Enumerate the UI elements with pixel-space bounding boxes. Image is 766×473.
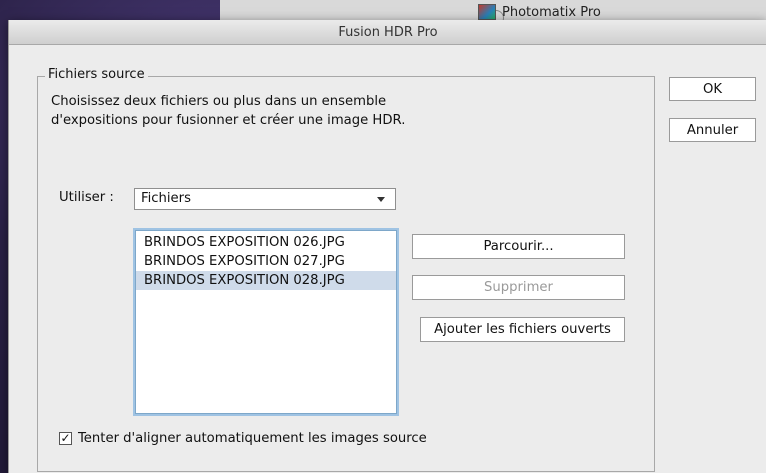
instructions-text: Choisissez deux fichiers ou plus dans un… xyxy=(51,94,406,128)
background-app-label: Photomatix Pro xyxy=(502,4,601,20)
use-select-value: Fichiers xyxy=(141,191,191,206)
ok-button[interactable]: OK xyxy=(669,77,756,101)
file-list[interactable]: BRINDOS EXPOSITION 026.JPG BRINDOS EXPOSI… xyxy=(135,230,397,414)
fusion-hdr-dialog: Fusion HDR Pro Fichiers source Choisisse… xyxy=(8,20,766,473)
auto-align-label: Tenter d'aligner automatiquement les ima… xyxy=(78,431,427,446)
group-title: Fichiers source xyxy=(45,67,148,82)
file-list-item[interactable]: BRINDOS EXPOSITION 027.JPG xyxy=(136,252,396,271)
browse-button[interactable]: Parcourir... xyxy=(412,234,625,259)
photomatix-icon xyxy=(478,4,496,20)
background-app-item: Photomatix Pro xyxy=(478,4,601,20)
dialog-titlebar: Fusion HDR Pro xyxy=(9,20,766,45)
cancel-button[interactable]: Annuler xyxy=(669,118,756,142)
remove-button[interactable]: Supprimer xyxy=(412,275,625,300)
auto-align-option[interactable]: ✓ Tenter d'aligner automatiquement les i… xyxy=(59,431,427,446)
dialog-title: Fusion HDR Pro xyxy=(338,24,438,40)
file-list-item[interactable]: BRINDOS EXPOSITION 028.JPG xyxy=(136,271,396,290)
use-select[interactable]: Fichiers xyxy=(134,188,396,210)
auto-align-checkbox[interactable]: ✓ xyxy=(59,432,72,445)
use-label: Utiliser : xyxy=(59,190,114,205)
add-open-files-button[interactable]: Ajouter les fichiers ouverts xyxy=(420,317,625,342)
chevron-down-icon xyxy=(377,197,385,202)
file-list-item[interactable]: BRINDOS EXPOSITION 026.JPG xyxy=(136,233,396,252)
